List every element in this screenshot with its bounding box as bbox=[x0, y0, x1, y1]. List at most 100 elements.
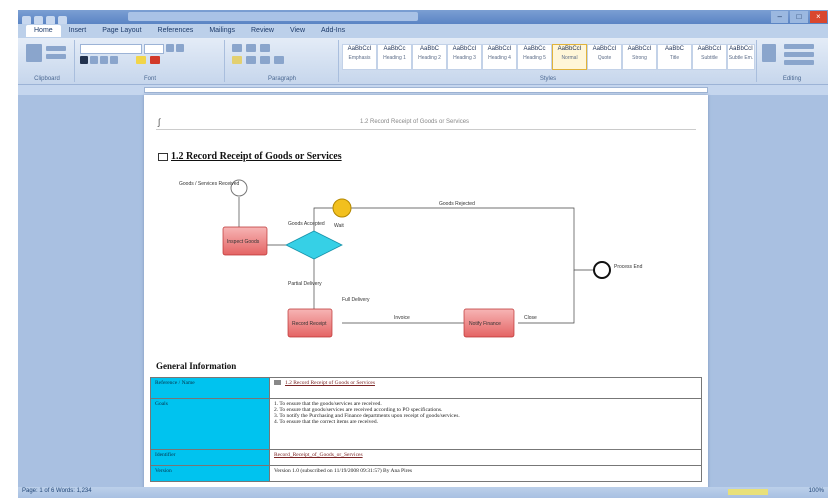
font-color-icon[interactable] bbox=[150, 56, 160, 64]
bullets-icon[interactable] bbox=[232, 44, 242, 52]
word-window: – □ × Home Insert Page Layout References… bbox=[18, 10, 828, 498]
style-heading-1[interactable]: AaBbCc Heading 1 bbox=[377, 44, 412, 70]
edge-label: Goods Rejected bbox=[439, 201, 475, 207]
style-subtle-emphasis[interactable]: AaBbCcI Subtle Em. bbox=[727, 44, 755, 70]
edge-label: Close bbox=[524, 315, 537, 321]
style-title[interactable]: AaBbC Title bbox=[657, 44, 692, 70]
select-icon[interactable] bbox=[784, 60, 814, 65]
justify-icon[interactable] bbox=[274, 56, 284, 64]
reference-link[interactable]: 1.2 Record Receipt of Goods or Services bbox=[285, 380, 375, 386]
highlight-icon[interactable] bbox=[136, 56, 146, 64]
edge-label: Goods Accepted bbox=[288, 221, 325, 227]
numbering-icon[interactable] bbox=[246, 44, 256, 52]
table-row: Goals 1. To ensure that the goods/servic… bbox=[150, 398, 702, 450]
header-divider bbox=[156, 129, 696, 130]
style-preview: AaBbCcI bbox=[557, 46, 582, 52]
edge-label: Invoice bbox=[394, 315, 410, 321]
paste-icon[interactable] bbox=[26, 44, 42, 62]
header-logo: ∫ bbox=[158, 117, 161, 127]
clipboard-group: Clipboard bbox=[20, 40, 75, 82]
multilevel-list-icon[interactable] bbox=[260, 44, 270, 52]
style-name: Title bbox=[669, 55, 680, 61]
font-name-dropdown[interactable] bbox=[80, 44, 142, 54]
group-label-clipboard: Clipboard bbox=[34, 76, 60, 82]
identifier-link[interactable]: Record_Receipt_of_Goods_or_Services bbox=[274, 452, 363, 458]
style-name: Subtitle bbox=[701, 55, 718, 61]
process-diagram: Goods / Services Received Inspect Goods … bbox=[179, 179, 643, 338]
paragraph-group: Paragraph bbox=[226, 40, 339, 82]
style-preview: AaBbCcI bbox=[452, 46, 477, 52]
ruler-scale[interactable] bbox=[144, 87, 708, 93]
tab-add-ins[interactable]: Add-Ins bbox=[313, 25, 353, 37]
table-key: Identifier bbox=[150, 449, 270, 466]
style-normal[interactable]: AaBbCcI Normal bbox=[552, 44, 587, 70]
tab-insert[interactable]: Insert bbox=[61, 25, 95, 37]
tab-page-layout[interactable]: Page Layout bbox=[94, 25, 149, 37]
edge-event-end bbox=[350, 207, 594, 271]
font-size-dropdown[interactable] bbox=[144, 44, 164, 54]
replace-icon[interactable] bbox=[784, 52, 814, 57]
goal-line: 4. To ensure that the correct items are … bbox=[274, 419, 378, 425]
tab-home[interactable]: Home bbox=[26, 25, 61, 37]
style-heading-5[interactable]: AaBbCc Heading 5 bbox=[517, 44, 552, 70]
copy-icon[interactable] bbox=[46, 54, 66, 59]
general-information-table: Reference / Name 1.2 Record Receipt of G… bbox=[150, 377, 702, 482]
window-controls: – □ × bbox=[770, 10, 828, 24]
table-value: 1. To ensure that the goods/services are… bbox=[269, 398, 702, 450]
document-page[interactable]: ∫ 1.2 Record Receipt of Goods or Service… bbox=[144, 95, 708, 491]
intermediate-event[interactable] bbox=[332, 198, 352, 218]
align-center-icon[interactable] bbox=[246, 56, 256, 64]
section-heading: 1.2 Record Receipt of Goods or Services bbox=[158, 151, 342, 162]
view-buttons[interactable] bbox=[728, 489, 768, 495]
group-label-styles: Styles bbox=[539, 76, 557, 82]
tab-mailings[interactable]: Mailings bbox=[201, 25, 243, 37]
bold-icon[interactable] bbox=[80, 56, 88, 64]
font-group: Font bbox=[76, 40, 225, 82]
edge-label: Full Delivery bbox=[342, 297, 370, 303]
change-styles-icon[interactable] bbox=[762, 44, 776, 62]
ribbon-tabs: Home Insert Page Layout References Maili… bbox=[18, 24, 828, 38]
style-quote[interactable]: AaBbCcI Quote bbox=[587, 44, 622, 70]
style-preview: AaBbCcI bbox=[729, 46, 753, 52]
cut-icon[interactable] bbox=[46, 46, 66, 51]
minimize-button[interactable]: – bbox=[771, 11, 789, 23]
task-notify-label: Notify Finance bbox=[469, 321, 501, 327]
decision-gateway[interactable] bbox=[285, 230, 343, 260]
styles-group: AaBbCcI Emphasis AaBbCc Heading 1 AaBbC Hea… bbox=[340, 40, 757, 82]
close-button[interactable]: × bbox=[809, 11, 827, 23]
table-value: 1.2 Record Receipt of Goods or Services bbox=[269, 377, 702, 399]
underline-icon[interactable] bbox=[100, 56, 108, 64]
align-right-icon[interactable] bbox=[260, 56, 270, 64]
style-subtitle[interactable]: AaBbCcI Subtitle bbox=[692, 44, 727, 70]
quick-access-toolbar bbox=[22, 12, 92, 25]
table-value: Record_Receipt_of_Goods_or_Services bbox=[269, 449, 702, 466]
italic-icon[interactable] bbox=[90, 56, 98, 64]
start-event-label: Goods / Services Received bbox=[179, 181, 240, 187]
style-name: Subtle Em. bbox=[728, 55, 754, 61]
zoom-level[interactable]: 100% bbox=[809, 488, 824, 494]
style-heading-4[interactable]: AaBbCcI Heading 4 bbox=[482, 44, 517, 70]
style-heading-2[interactable]: AaBbC Heading 2 bbox=[412, 44, 447, 70]
tab-review[interactable]: Review bbox=[243, 25, 282, 37]
style-emphasis[interactable]: AaBbCcI Emphasis bbox=[342, 44, 377, 70]
horizontal-ruler bbox=[18, 85, 828, 95]
shrink-font-icon[interactable] bbox=[176, 44, 184, 52]
table-row: Reference / Name 1.2 Record Receipt of G… bbox=[150, 377, 702, 399]
strikethrough-icon[interactable] bbox=[110, 56, 118, 64]
style-preview: AaBbC bbox=[419, 46, 439, 52]
style-heading-3[interactable]: AaBbCcI Heading 3 bbox=[447, 44, 482, 70]
status-page-info[interactable]: Page: 1 of 6 Words: 1,234 bbox=[22, 488, 92, 494]
tab-view[interactable]: View bbox=[282, 25, 313, 37]
maximize-button[interactable]: □ bbox=[790, 11, 808, 23]
align-left-icon[interactable] bbox=[232, 56, 242, 64]
tab-references[interactable]: References bbox=[150, 25, 202, 37]
end-event[interactable] bbox=[593, 261, 611, 279]
group-label-editing: Editing bbox=[782, 76, 802, 82]
table-row: Version Version 1.0 (subscribed on 11/19… bbox=[150, 465, 702, 482]
table-key: Reference / Name bbox=[150, 377, 270, 399]
style-name: Strong bbox=[632, 55, 647, 61]
style-strong[interactable]: AaBbCcI Strong bbox=[622, 44, 657, 70]
grow-font-icon[interactable] bbox=[166, 44, 174, 52]
table-key: Goals bbox=[150, 398, 270, 450]
find-icon[interactable] bbox=[784, 44, 814, 49]
